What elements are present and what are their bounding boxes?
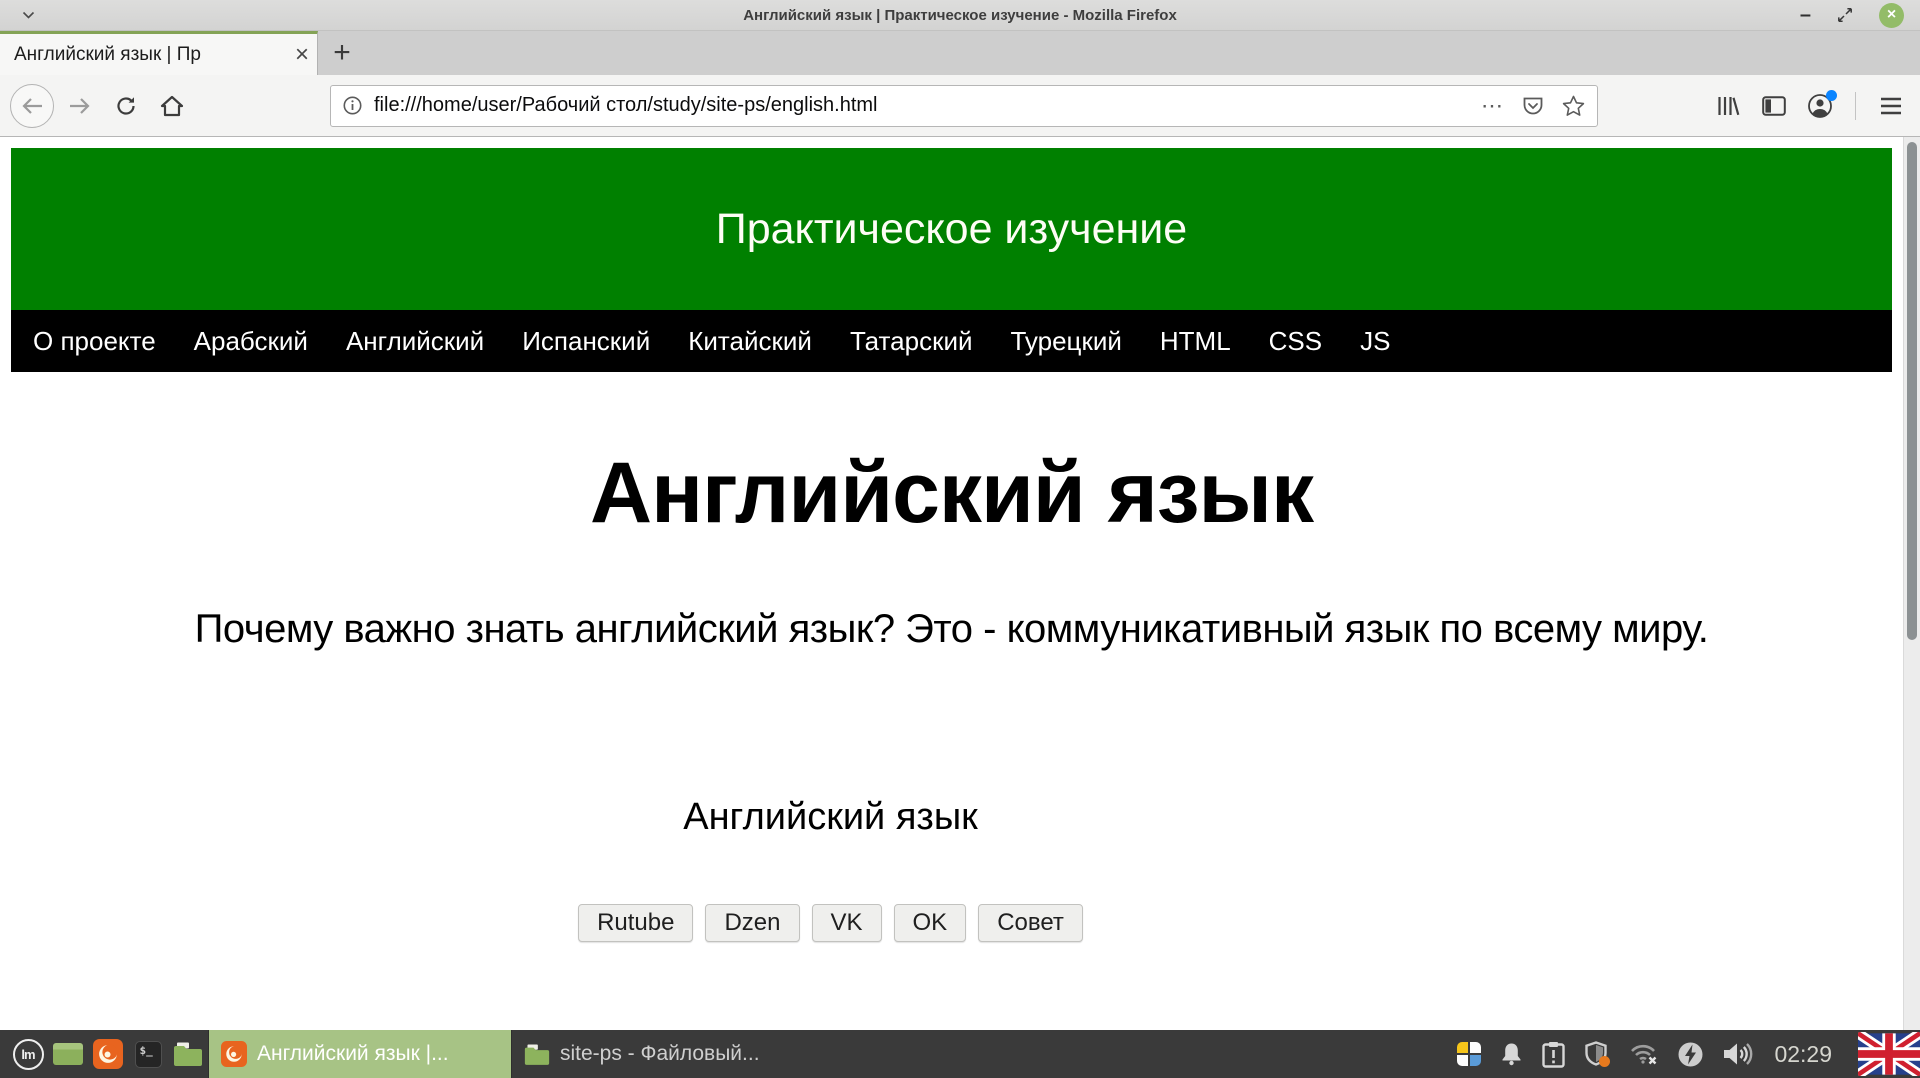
site-nav-link[interactable]: JS [1360,326,1390,357]
forward-arrow-icon [68,96,92,116]
url-text[interactable]: file:///home/user/Рабочий стол/study/sit… [374,94,1469,117]
bookmark-star-icon[interactable] [1562,95,1585,117]
folder-icon [524,1044,550,1065]
link-button[interactable]: Совет [978,904,1083,942]
reload-button[interactable] [106,86,146,126]
terminal-launcher[interactable]: $_ [128,1030,168,1078]
home-button[interactable] [152,86,192,126]
workspace-colors-icon[interactable] [1457,1042,1481,1066]
tab-bar: Английский язык | Пр × + [0,31,1920,75]
browser-viewport: Практическое изучение О проекте Арабский А… [0,137,1920,1030]
page-heading: Английский язык [11,446,1892,541]
link-buttons-row: Rutube Dzen VK OK Совет [11,904,1650,942]
scrollbar[interactable] [1903,137,1920,1030]
link-button[interactable]: Dzen [705,904,799,942]
toolbar-right-icons [1709,87,1910,125]
site-nav-link[interactable]: CSS [1269,326,1322,357]
notifications-bell-icon[interactable] [1499,1041,1524,1067]
firefox-icon [221,1041,247,1067]
site-nav: О проекте Арабский Английский Испанский Кита… [11,310,1892,372]
sidebar-icon[interactable] [1755,87,1793,125]
firefox-launcher[interactable] [88,1030,128,1078]
folder-icon [173,1042,203,1066]
window-title: Английский язык | Практическое изучение … [0,7,1920,24]
taskbar-window-label: site-ps - Файловый... [560,1042,760,1066]
power-manager-icon[interactable] [1677,1041,1704,1068]
site-nav-link[interactable]: Испанский [522,326,650,357]
show-desktop-button[interactable] [48,1030,88,1078]
close-button[interactable]: × [1879,3,1904,28]
account-icon[interactable] [1801,87,1839,125]
taskbar: lm $_ [0,1030,1920,1078]
tab-english[interactable]: Английский язык | Пр × [0,31,318,75]
window-controls: – × [1800,3,1904,28]
firewall-shield-icon[interactable] [1583,1040,1611,1068]
site-nav-link[interactable]: Арабский [194,326,308,357]
tab-close-icon[interactable]: × [295,43,309,67]
webpage: Практическое изучение О проекте Арабский А… [0,137,1903,1030]
forward-button[interactable] [60,86,100,126]
taskbar-window-label: Английский язык |... [257,1042,449,1066]
keyboard-layout-flag-icon[interactable] [1858,1032,1920,1076]
notification-dot [1826,90,1837,101]
update-manager-icon[interactable] [1542,1041,1565,1068]
toolbar-separator [1855,92,1856,120]
url-bar-actions: ⋯ [1481,95,1585,117]
firefox-icon [93,1039,123,1069]
new-tab-button[interactable]: + [318,31,366,75]
taskbar-window-firefox[interactable]: Английский язык |... [208,1030,511,1078]
site-nav-link[interactable]: О проекте [33,326,156,357]
site-info-icon[interactable] [343,96,362,115]
taskbar-window-files[interactable]: site-ps - Файловый... [511,1030,803,1078]
restore-icon [1837,7,1853,23]
back-arrow-icon [20,96,44,116]
page-intro: Почему важно знать английский язык? Это … [11,605,1892,653]
site-nav-link[interactable]: Турецкий [1011,326,1122,357]
firefox-window: Английский язык | Практическое изучение … [0,0,1920,1078]
mint-logo-icon: lm [13,1039,44,1070]
site-nav-link[interactable]: Английский [346,326,484,357]
site-nav-link[interactable]: Татарский [850,326,973,357]
titlebar[interactable]: Английский язык | Практическое изучение … [0,0,1920,31]
media-block: Английский язык Rutube Dzen VK OK Совет [11,795,1650,943]
restore-button[interactable] [1837,7,1853,23]
minimize-button[interactable]: – [1800,10,1811,20]
url-bar[interactable]: file:///home/user/Рабочий стол/study/sit… [330,85,1598,127]
navigation-toolbar: file:///home/user/Рабочий стол/study/sit… [0,75,1920,137]
chevron-down-icon[interactable] [22,11,35,19]
site-nav-link[interactable]: Китайский [688,326,812,357]
link-button[interactable]: VK [812,904,882,942]
terminal-icon: $_ [135,1041,162,1068]
site-banner: Практическое изучение [11,148,1892,310]
wifi-disconnected-icon[interactable] [1629,1042,1659,1066]
page-subheading: Английский язык [11,795,1650,841]
volume-icon[interactable] [1722,1041,1754,1067]
menu-hamburger-icon[interactable] [1872,87,1910,125]
home-icon [160,95,184,117]
tab-title: Английский язык | Пр [14,44,295,66]
desktop-icon [53,1043,83,1065]
scrollbar-thumb[interactable] [1907,142,1917,640]
library-icon[interactable] [1709,87,1747,125]
mint-menu-button[interactable]: lm [8,1030,48,1078]
back-button[interactable] [10,84,54,128]
system-tray: 02:29 [1457,1032,1920,1076]
reload-icon [115,95,137,117]
files-launcher[interactable] [168,1030,208,1078]
link-button[interactable]: OK [894,904,967,942]
site-banner-title: Практическое изучение [716,205,1187,254]
pocket-icon[interactable] [1522,96,1544,116]
page-actions-icon[interactable]: ⋯ [1481,101,1504,111]
site-nav-link[interactable]: HTML [1160,326,1231,357]
link-button[interactable]: Rutube [578,904,693,942]
clock[interactable]: 02:29 [1774,1041,1832,1068]
